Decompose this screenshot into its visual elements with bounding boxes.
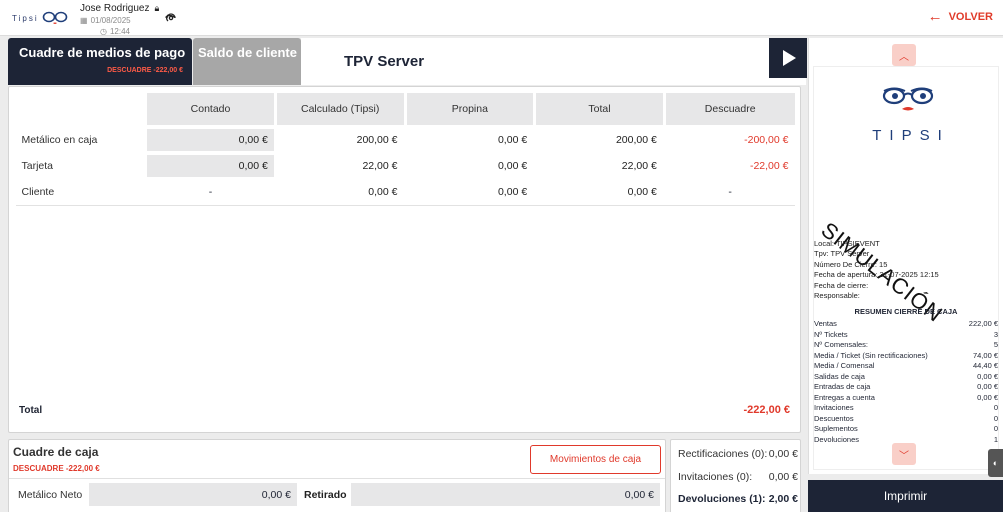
tab-cuadre-medios-pago[interactable]: Cuadre de medios de pago DESCUADRE -222,… [8, 38, 192, 85]
brand-logo: Tipsi [12, 10, 68, 26]
total-value: 0,00 € [627, 186, 657, 198]
tab-label: Cuadre de medios de pago [19, 45, 186, 60]
user-info: Jose Rodriguez 🔒︎ ▦ 01/08/2025 ◷ 12:44 [80, 3, 159, 36]
top-bar: Tipsi Jose Rodriguez 🔒︎ ▦ 01/08/2025 ◷ 1… [0, 0, 1003, 36]
session-time: 12:44 [109, 27, 131, 36]
ticket-summary-title: RESUMEN CIERRE DE CAJA [854, 307, 958, 316]
list-item: Invitaciones 0 [814, 403, 998, 412]
lock-icon: 🔒︎ [154, 3, 160, 13]
total-value: 200,00 € [615, 134, 657, 146]
descuadre-value: - [728, 186, 732, 198]
cash-descuadre: DESCUADRE -222,00 € [13, 464, 100, 473]
calculado-value: 0,00 € [368, 186, 398, 198]
calculado-value: 22,00 € [362, 160, 398, 172]
table-row: Metálico en caja 0,00 € 200,00 € 0,00 € … [14, 127, 796, 153]
rectificaciones-line: Rectificaciones (0): 0,00 € [678, 448, 798, 460]
column-header: Propina [406, 93, 534, 125]
list-item: Suplementos 0 [814, 424, 998, 433]
cash-title: Cuadre de caja [13, 445, 99, 459]
ticket-brand: TIPSI [872, 127, 950, 144]
list-item: Nº Tickets 3 [814, 329, 998, 339]
nfc-icon[interactable] [165, 12, 177, 24]
invitaciones-line: Invitaciones (0): 0,00 € [678, 471, 798, 483]
ticket-preview: ︿ TIPSI SIMULACIÓN Local: TIPSIEVENT Tpv… [808, 38, 1003, 474]
list-item: Ventas 222,00 € [814, 319, 998, 328]
contado-input[interactable]: 0,00 € [147, 129, 274, 151]
column-header: Calculado (Tipsi) [276, 93, 404, 125]
propina-value: 0,00 € [497, 186, 528, 198]
adjustments-summary: Rectificaciones (0): 0,00 € Invitaciones… [670, 439, 801, 512]
propina-value: 0,00 € [497, 160, 528, 172]
list-item: Nº Comensales: 5 [814, 340, 998, 349]
play-icon [783, 50, 796, 66]
back-button[interactable]: ← VOLVER [927, 8, 993, 25]
ticket-summary-list: Ventas 222,00 € Nº Tickets 3 Nº Comensales… [814, 319, 998, 445]
tab-saldo-cliente[interactable]: Saldo de cliente [193, 38, 301, 85]
table-row: Tarjeta 0,00 € 22,00 € 0,00 € 22,00 € -2… [14, 153, 796, 179]
user-name: Jose Rodriguez [80, 3, 150, 14]
list-item: Media / Ticket (Sin rectificaciones) 74,0… [814, 350, 998, 360]
list-item: Entradas de caja 0,00 € [814, 382, 998, 391]
scroll-down-button[interactable]: ﹀ [892, 443, 916, 465]
total-value: 22,00 € [621, 160, 657, 172]
row-label: Cliente [21, 186, 55, 198]
chevron-up-icon: ︿ [899, 51, 909, 63]
descuadre-value: -200,00 € [744, 134, 789, 146]
scroll-up-button[interactable]: ︿ [892, 44, 916, 66]
row-label: Metálico en caja [21, 134, 98, 146]
metalico-neto-input[interactable]: 0,00 € [89, 483, 297, 506]
table-header: Contado Calculado (Tipsi) Propina Total … [14, 92, 796, 126]
list-item: Salidas de caja 0,00 € [814, 371, 998, 381]
chevron-down-icon: ﹀ [899, 450, 909, 462]
total-descuadre: -222,00 € [743, 404, 790, 416]
payment-methods-table: Contado Calculado (Tipsi) Propina Total … [8, 86, 801, 433]
play-button[interactable] [769, 38, 807, 78]
session-date: 01/08/2025 [90, 16, 131, 25]
contado-value: - [208, 186, 213, 198]
list-item: Entregas a cuenta 0,00 € [814, 392, 998, 402]
list-item: Media / Comensal 44,40 € [814, 361, 998, 370]
page-title: TPV Server [344, 53, 425, 70]
row-label: Tarjeta [21, 160, 54, 172]
contado-input[interactable]: 0,00 € [147, 155, 274, 177]
total-label: Total [19, 405, 43, 416]
glasses-logo-icon [882, 87, 934, 111]
column-header: Descuadre [665, 93, 795, 125]
retirado-input[interactable]: 0,00 € [351, 483, 660, 506]
calendar-icon: ▦ [80, 16, 88, 25]
list-item: Descuentos 0 [814, 413, 998, 423]
column-header: Contado [147, 93, 274, 125]
brand-wordmark: Tipsi [12, 13, 39, 23]
divider [9, 478, 665, 479]
table-row: Cliente - 0,00 € 0,00 € 0,00 € - [14, 179, 796, 205]
cash-movements-button[interactable]: Movimientos de caja [530, 445, 661, 474]
ticket-paper: TIPSI SIMULACIÓN Local: TIPSIEVENT Tpv: … [813, 66, 999, 470]
devoluciones-line: Devoluciones (1): 2,00 € [678, 493, 798, 505]
tab-descuadre-badge: DESCUADRE -222,00 € [107, 67, 183, 74]
glasses-logo-icon [42, 11, 67, 24]
calculado-value: 200,00 € [356, 134, 398, 146]
propina-value: 0,00 € [497, 134, 528, 146]
column-header: Total [536, 93, 663, 125]
row-divider [15, 205, 795, 206]
ticket-info: Local: TIPSIEVENT Tpv: TPV Server Número… [814, 239, 939, 301]
descuadre-value: -22,00 € [749, 160, 789, 172]
clock-icon: ◷ [100, 27, 107, 36]
arrow-left-icon: ← [927, 8, 943, 25]
retirado-label: Retirado [304, 489, 347, 501]
back-label: VOLVER [948, 11, 993, 23]
print-button[interactable]: Imprimir [808, 480, 1003, 512]
metalico-neto-label: Metálico Neto [18, 489, 83, 501]
cash-balance-panel: Cuadre de caja DESCUADRE -222,00 € Movim… [8, 439, 666, 512]
side-handle-icon[interactable]: ◐ [988, 449, 1003, 477]
